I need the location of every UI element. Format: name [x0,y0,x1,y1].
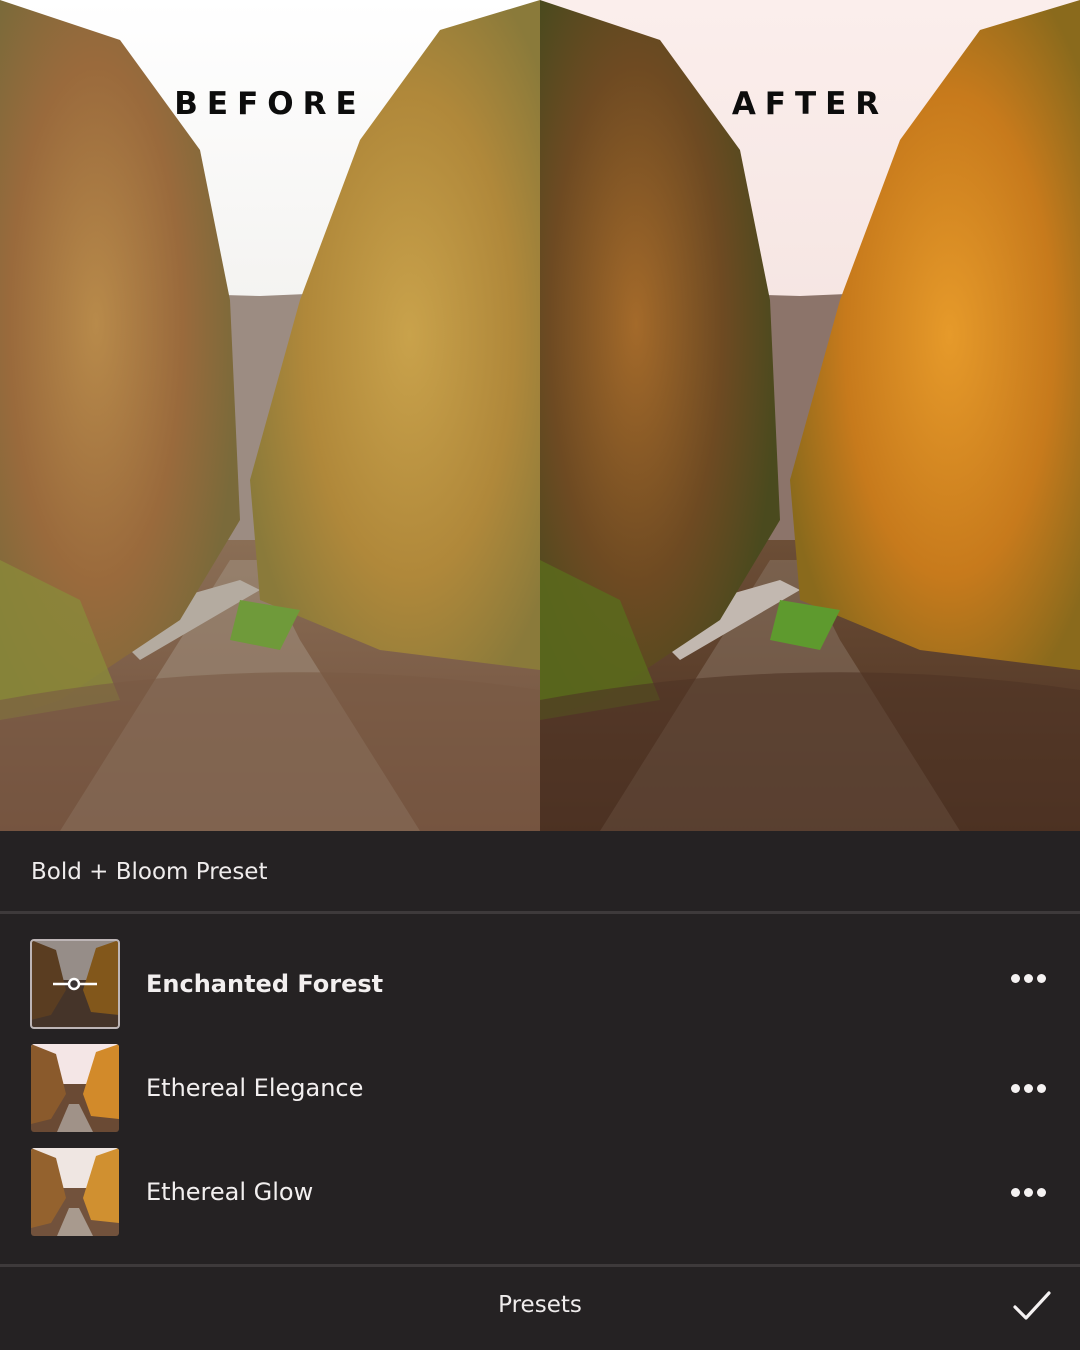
adjust-slider-icon [53,977,97,991]
presets-tab-label[interactable]: Presets [0,1292,1080,1318]
panel-divider [0,911,1080,914]
bottom-divider [0,1264,1080,1267]
preset-row-ethereal-elegance[interactable]: Ethereal Elegance [0,1040,1080,1136]
more-horizontal-icon[interactable] [1011,1185,1053,1199]
preset-row-ethereal-glow[interactable]: Ethereal Glow [0,1144,1080,1240]
preset-name: Ethereal Glow [146,1178,314,1206]
before-label: BEFORE [174,86,366,122]
preset-name: Ethereal Elegance [146,1074,364,1102]
preset-collection-title[interactable]: Bold + Bloom Preset [31,859,267,885]
before-photo: BEFORE [0,0,540,831]
preset-thumbnail[interactable] [31,1044,119,1132]
preset-row-enchanted-forest[interactable]: Enchanted Forest [0,936,1080,1032]
after-photo: AFTER [540,0,1080,831]
preset-thumbnail[interactable] [31,1148,119,1236]
preset-name: Enchanted Forest [146,970,384,998]
checkmark-icon[interactable] [1012,1290,1052,1322]
more-horizontal-icon[interactable] [1011,971,1053,985]
preset-thumbnail[interactable] [30,939,120,1029]
after-label: AFTER [731,86,889,122]
more-horizontal-icon[interactable] [1011,1081,1053,1095]
